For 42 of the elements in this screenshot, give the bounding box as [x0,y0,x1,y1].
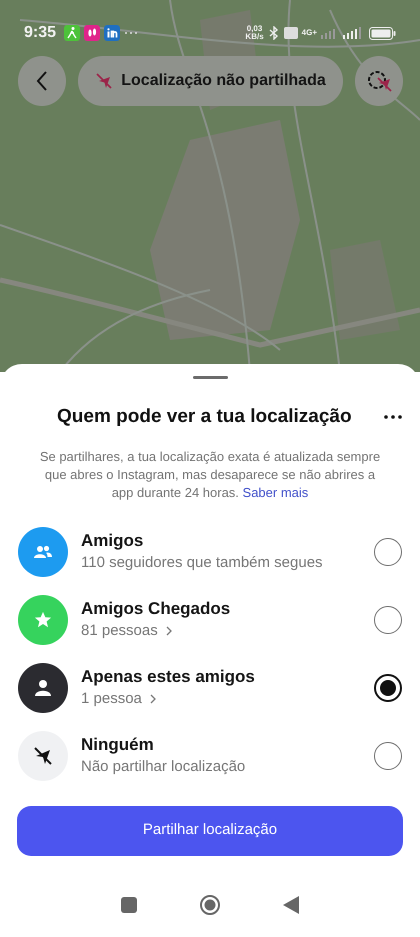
people-icon [33,544,53,560]
network-speed-unit: KB/s [245,33,264,41]
option-title: Apenas estes amigos [81,666,256,688]
share-location-button[interactable]: Partilhar localização [17,806,403,856]
back-nav-icon[interactable] [283,896,299,914]
status-time: 9:35 [24,23,56,43]
radio-button[interactable] [374,606,402,634]
location-off-icon [95,72,114,90]
star-icon [34,610,52,628]
audience-option[interactable]: Amigos Chegados 81 pessoas [0,586,420,654]
radio-button[interactable] [374,742,402,770]
location-off-icon [33,746,53,766]
description-text: Se partilhares, a tua localização exata é atualizada sempre que abres o Instagram, mas desaparece se não abrires a app durante 24 horas. Saber mais [38,448,382,502]
battery-icon [369,26,396,40]
radio-button[interactable] [374,538,402,566]
option-title: Amigos [81,530,144,552]
option-subtitle: 81 pessoas [81,620,158,640]
audience-option[interactable]: Ninguém Não partilhar localização [0,722,420,790]
option-subtitle: 110 seguidores que também segues [81,552,323,572]
person-icon [35,679,51,696]
network-speed: 0,03 [246,25,264,33]
learn-more-link[interactable]: Saber mais [242,484,308,500]
more-options-icon[interactable] [384,415,402,420]
option-subtitle: Não partilhar localização [81,756,246,776]
walking-app-icon [64,25,80,41]
recent-apps-icon[interactable] [121,897,137,913]
option-title: Ninguém [81,734,155,756]
option-subtitle: 1 pessoa [81,688,142,708]
drag-handle[interactable] [192,376,228,379]
linkedin-app-icon [104,25,120,41]
option-title: Amigos Chegados [81,598,232,620]
bluetooth-icon [268,26,280,40]
home-icon[interactable] [199,894,221,916]
location-status-button[interactable]: Localização não partilhada [78,56,343,106]
network-type: 4G+ [302,27,317,39]
audience-option[interactable]: Apenas estes amigos 1 pessoa [0,654,420,722]
sheet-title: Quem pode ver a tua localização [57,405,352,429]
audience-option[interactable]: Amigos 110 seguidores que também segues [0,518,420,586]
more-notifications-icon [124,31,138,35]
footprints-app-icon [84,25,100,41]
signal-icon [321,27,361,39]
radio-button[interactable] [374,674,402,702]
